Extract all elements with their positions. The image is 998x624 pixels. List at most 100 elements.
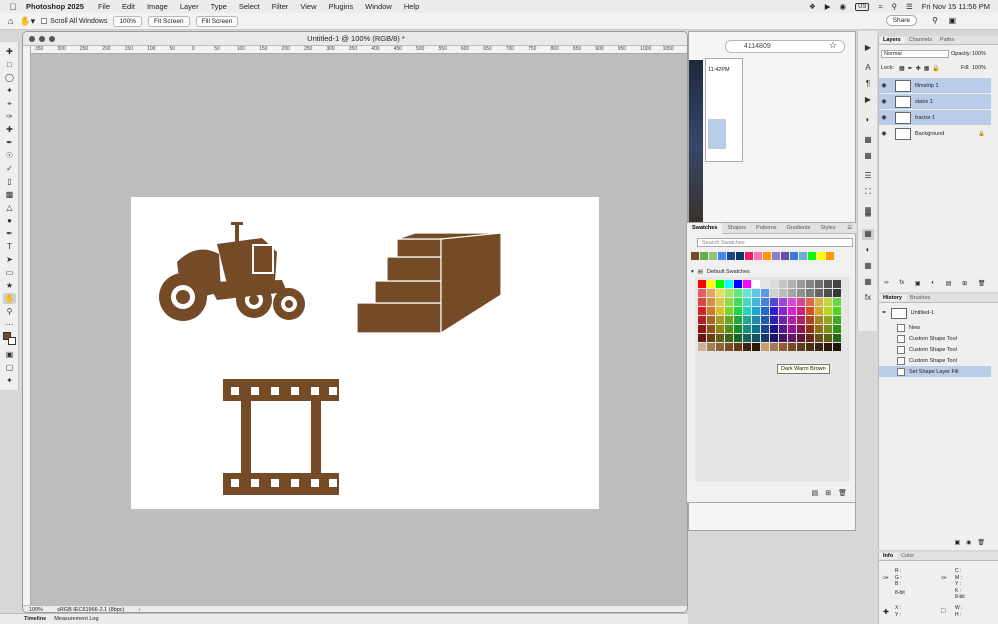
swatch-cell[interactable] <box>815 334 823 342</box>
swatch-cell[interactable] <box>743 298 751 306</box>
swatch-cell[interactable] <box>743 334 751 342</box>
stairs-shape[interactable] <box>357 233 501 333</box>
tab-measurement-log[interactable]: Measurement Log <box>54 616 98 622</box>
swatch-cell[interactable] <box>707 316 715 324</box>
layer-row-tractor[interactable]: ◉ tractor 1 <box>879 110 991 125</box>
canvas-artboard[interactable] <box>131 197 599 509</box>
panel-menu-icon[interactable]: ☰ <box>842 225 857 231</box>
move-tool-icon[interactable]: ✚ <box>3 46 16 57</box>
recent-swatch[interactable] <box>754 252 762 260</box>
swatch-cell[interactable] <box>806 334 814 342</box>
swatch-cell[interactable] <box>698 334 706 342</box>
swatch-cell[interactable] <box>779 343 787 351</box>
swatch-cell[interactable] <box>788 289 796 297</box>
swatch-cell[interactable] <box>734 289 742 297</box>
new-group-icon[interactable]: ▤ <box>946 280 952 290</box>
swatch-cell[interactable] <box>752 289 760 297</box>
chevron-down-icon[interactable]: ▾ <box>691 269 694 275</box>
menu-file[interactable]: File <box>92 2 116 11</box>
swatch-cell[interactable] <box>833 280 841 288</box>
swatch-cell[interactable] <box>743 325 751 333</box>
history-brush-tool-icon[interactable]: ✓ <box>3 163 16 174</box>
swatch-cell[interactable] <box>833 298 841 306</box>
swatch-cell[interactable] <box>779 298 787 306</box>
swatch-cell[interactable] <box>734 316 742 324</box>
zoom-100-button[interactable]: 100% <box>113 15 142 27</box>
swatch-cell[interactable] <box>815 280 823 288</box>
recent-swatch[interactable] <box>700 252 708 260</box>
layer-row-background[interactable]: ◉ Background 🔒 <box>879 126 991 141</box>
recent-swatch[interactable] <box>736 252 744 260</box>
tab-styles[interactable]: Styles <box>815 225 840 231</box>
swatch-cell[interactable] <box>716 298 724 306</box>
menu-filter[interactable]: Filter <box>266 2 295 11</box>
swatch-cell[interactable] <box>770 343 778 351</box>
new-group-icon[interactable]: ▤ <box>812 489 819 497</box>
swatch-cell[interactable] <box>824 289 832 297</box>
swatch-cell[interactable] <box>815 325 823 333</box>
tab-brushes[interactable]: Brushes <box>906 295 934 301</box>
clone-stamp-tool-icon[interactable]: ☉ <box>3 150 16 161</box>
eyedropper-tool-icon[interactable]: ✑ <box>3 111 16 122</box>
layer-row-stairs[interactable]: ◉ stairs 1 <box>879 94 991 109</box>
tab-swatches[interactable]: Swatches <box>687 222 723 234</box>
trash-icon[interactable]: 🗑 <box>978 280 986 290</box>
blend-mode-select[interactable]: Normal <box>881 50 949 58</box>
patterns-panel-icon[interactable]: ▦ <box>862 277 874 288</box>
swatch-cell[interactable] <box>788 316 796 324</box>
swatch-cell[interactable] <box>743 307 751 315</box>
swatch-cell[interactable] <box>788 334 796 342</box>
tab-layers[interactable]: Layers <box>879 37 905 43</box>
swatch-cell[interactable] <box>716 325 724 333</box>
menu-layer[interactable]: Layer <box>174 2 205 11</box>
recent-swatch[interactable] <box>718 252 726 260</box>
swatch-cell[interactable] <box>824 280 832 288</box>
swatch-cell[interactable] <box>797 289 805 297</box>
swatches-panel-icon[interactable]: ▦ <box>862 229 874 240</box>
horizontal-ruler[interactable]: 350 300 250 200 150 100 50 0 50 100 150 200 250 300 35… <box>31 46 687 54</box>
tab-history[interactable]: History <box>879 295 906 301</box>
swatch-cell[interactable] <box>833 334 841 342</box>
menu-type[interactable]: Type <box>205 2 233 11</box>
minimize-window-icon[interactable] <box>39 36 45 42</box>
recent-swatch[interactable] <box>808 252 816 260</box>
menu-view[interactable]: View <box>294 2 322 11</box>
swatch-cell[interactable] <box>752 343 760 351</box>
vertical-ruler[interactable] <box>23 46 31 608</box>
menu-select[interactable]: Select <box>233 2 266 11</box>
default-swatches-group[interactable]: ▾ ▤ Default Swatches <box>691 269 750 275</box>
link-layers-icon[interactable]: ∞ <box>884 280 888 290</box>
swatch-cell[interactable] <box>824 343 832 351</box>
zoom-window-icon[interactable] <box>49 36 55 42</box>
swatch-cell[interactable] <box>716 289 724 297</box>
swatch-cell[interactable] <box>779 334 787 342</box>
search-icon[interactable]: ⚲ <box>932 16 938 25</box>
healing-brush-tool-icon[interactable]: ✚ <box>3 124 16 135</box>
swatch-cell[interactable] <box>797 334 805 342</box>
swatch-cell[interactable] <box>743 343 751 351</box>
swatch-cell[interactable] <box>725 289 733 297</box>
brush-source-icon[interactable]: ✒ <box>882 310 887 316</box>
tab-shapes[interactable]: Shapes <box>722 225 751 231</box>
swatch-cell[interactable] <box>824 307 832 315</box>
canvas-pasteboard[interactable] <box>31 54 687 607</box>
swatch-cell[interactable] <box>743 316 751 324</box>
swatch-cell[interactable] <box>806 298 814 306</box>
swatch-cell[interactable] <box>725 334 733 342</box>
swatch-cell[interactable] <box>698 298 706 306</box>
swatch-cell[interactable] <box>761 325 769 333</box>
swatch-cell[interactable] <box>707 343 715 351</box>
lasso-tool-icon[interactable]: ◯ <box>3 72 16 83</box>
brush-settings-icon[interactable]: ▦ <box>862 151 874 162</box>
filmstrip-shape[interactable] <box>223 379 339 495</box>
swatch-cell[interactable] <box>725 316 733 324</box>
swatch-cell[interactable] <box>833 343 841 351</box>
eye-icon[interactable]: ◉ <box>879 130 889 137</box>
swatch-cell[interactable] <box>716 334 724 342</box>
recent-swatch[interactable] <box>709 252 717 260</box>
swatch-cell[interactable] <box>824 325 832 333</box>
swatch-cell[interactable] <box>707 298 715 306</box>
history-snapshot[interactable]: ✒ Untitled-1 <box>879 306 991 320</box>
swatch-cell[interactable] <box>725 280 733 288</box>
apple-menu-icon[interactable]:  <box>6 2 20 12</box>
